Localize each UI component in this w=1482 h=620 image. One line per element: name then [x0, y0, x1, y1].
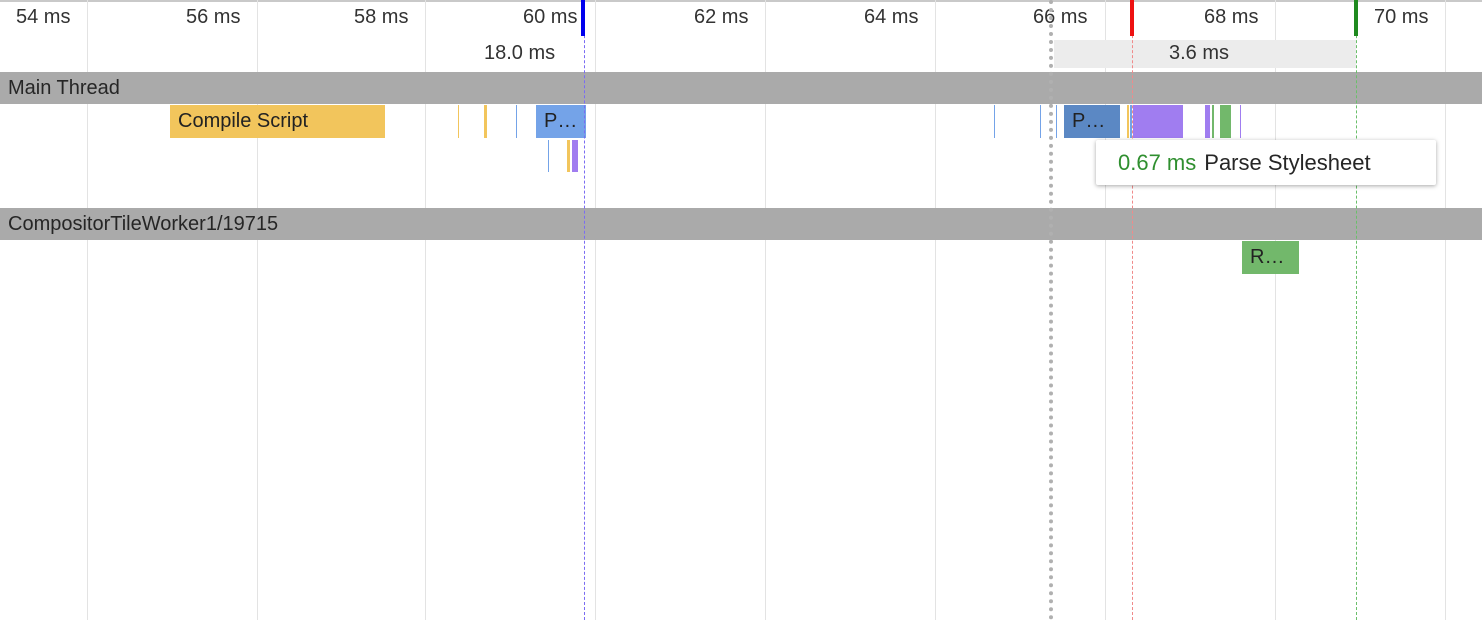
marker-line-red — [1132, 0, 1133, 620]
event-sliver[interactable] — [1056, 105, 1057, 138]
event-sliver[interactable] — [1205, 105, 1210, 138]
event-parse-stylesheet[interactable] — [1133, 105, 1183, 138]
event-sliver[interactable] — [1220, 105, 1231, 138]
tick-label-62ms: 62 ms — [694, 6, 749, 28]
tick-label-54ms: 54 ms — [16, 6, 71, 28]
range-duration-right: 3.6 ms — [1169, 42, 1230, 64]
event-sliver[interactable] — [994, 105, 995, 138]
event-sliver[interactable] — [1240, 105, 1241, 138]
timeline-flame-chart: 54 ms 56 ms 58 ms 60 ms 62 ms 64 ms 66 m… — [0, 0, 1482, 620]
marker-line-green — [1356, 0, 1357, 620]
event-sliver[interactable] — [458, 105, 459, 138]
marker-head-red[interactable] — [1130, 0, 1134, 36]
event-parse-right[interactable]: P… — [1064, 105, 1120, 138]
tick-label-68ms: 68 ms — [1204, 6, 1259, 28]
event-tooltip: 0.67 ms Parse Stylesheet — [1096, 140, 1436, 185]
tick-label-66ms: 66 ms — [1033, 6, 1088, 28]
event-raster[interactable]: R… — [1242, 241, 1299, 274]
event-sliver[interactable] — [516, 105, 517, 138]
marker-line-blue — [584, 0, 585, 620]
event-sliver[interactable] — [484, 105, 487, 138]
tooltip-event-name: Parse Stylesheet — [1204, 150, 1371, 175]
track-header-compositor[interactable]: CompositorTileWorker1/19715 — [0, 208, 1482, 240]
selection-start-line[interactable] — [1049, 0, 1053, 620]
event-compile-script[interactable]: Compile Script — [170, 105, 385, 138]
tick-label-56ms: 56 ms — [186, 6, 241, 28]
event-sliver[interactable] — [1212, 105, 1214, 138]
tick-label-64ms: 64 ms — [864, 6, 919, 28]
event-parse-left[interactable]: P… — [536, 105, 586, 138]
event-sliver[interactable] — [548, 140, 549, 172]
event-sliver[interactable] — [567, 140, 570, 172]
event-sliver[interactable] — [572, 140, 578, 172]
marker-head-blue[interactable] — [581, 0, 585, 36]
tooltip-duration: 0.67 ms — [1118, 150, 1197, 175]
event-sliver[interactable] — [1040, 105, 1041, 138]
range-duration-left: 18.0 ms — [484, 42, 556, 64]
tick-label-60ms: 60 ms — [523, 6, 578, 28]
marker-head-green[interactable] — [1354, 0, 1358, 36]
tick-label-58ms: 58 ms — [354, 6, 409, 28]
track-header-main-thread[interactable]: Main Thread — [0, 72, 1482, 104]
tick-label-70ms: 70 ms — [1374, 6, 1429, 28]
ruler-top-border — [0, 0, 1482, 2]
event-sliver[interactable] — [1127, 105, 1129, 138]
